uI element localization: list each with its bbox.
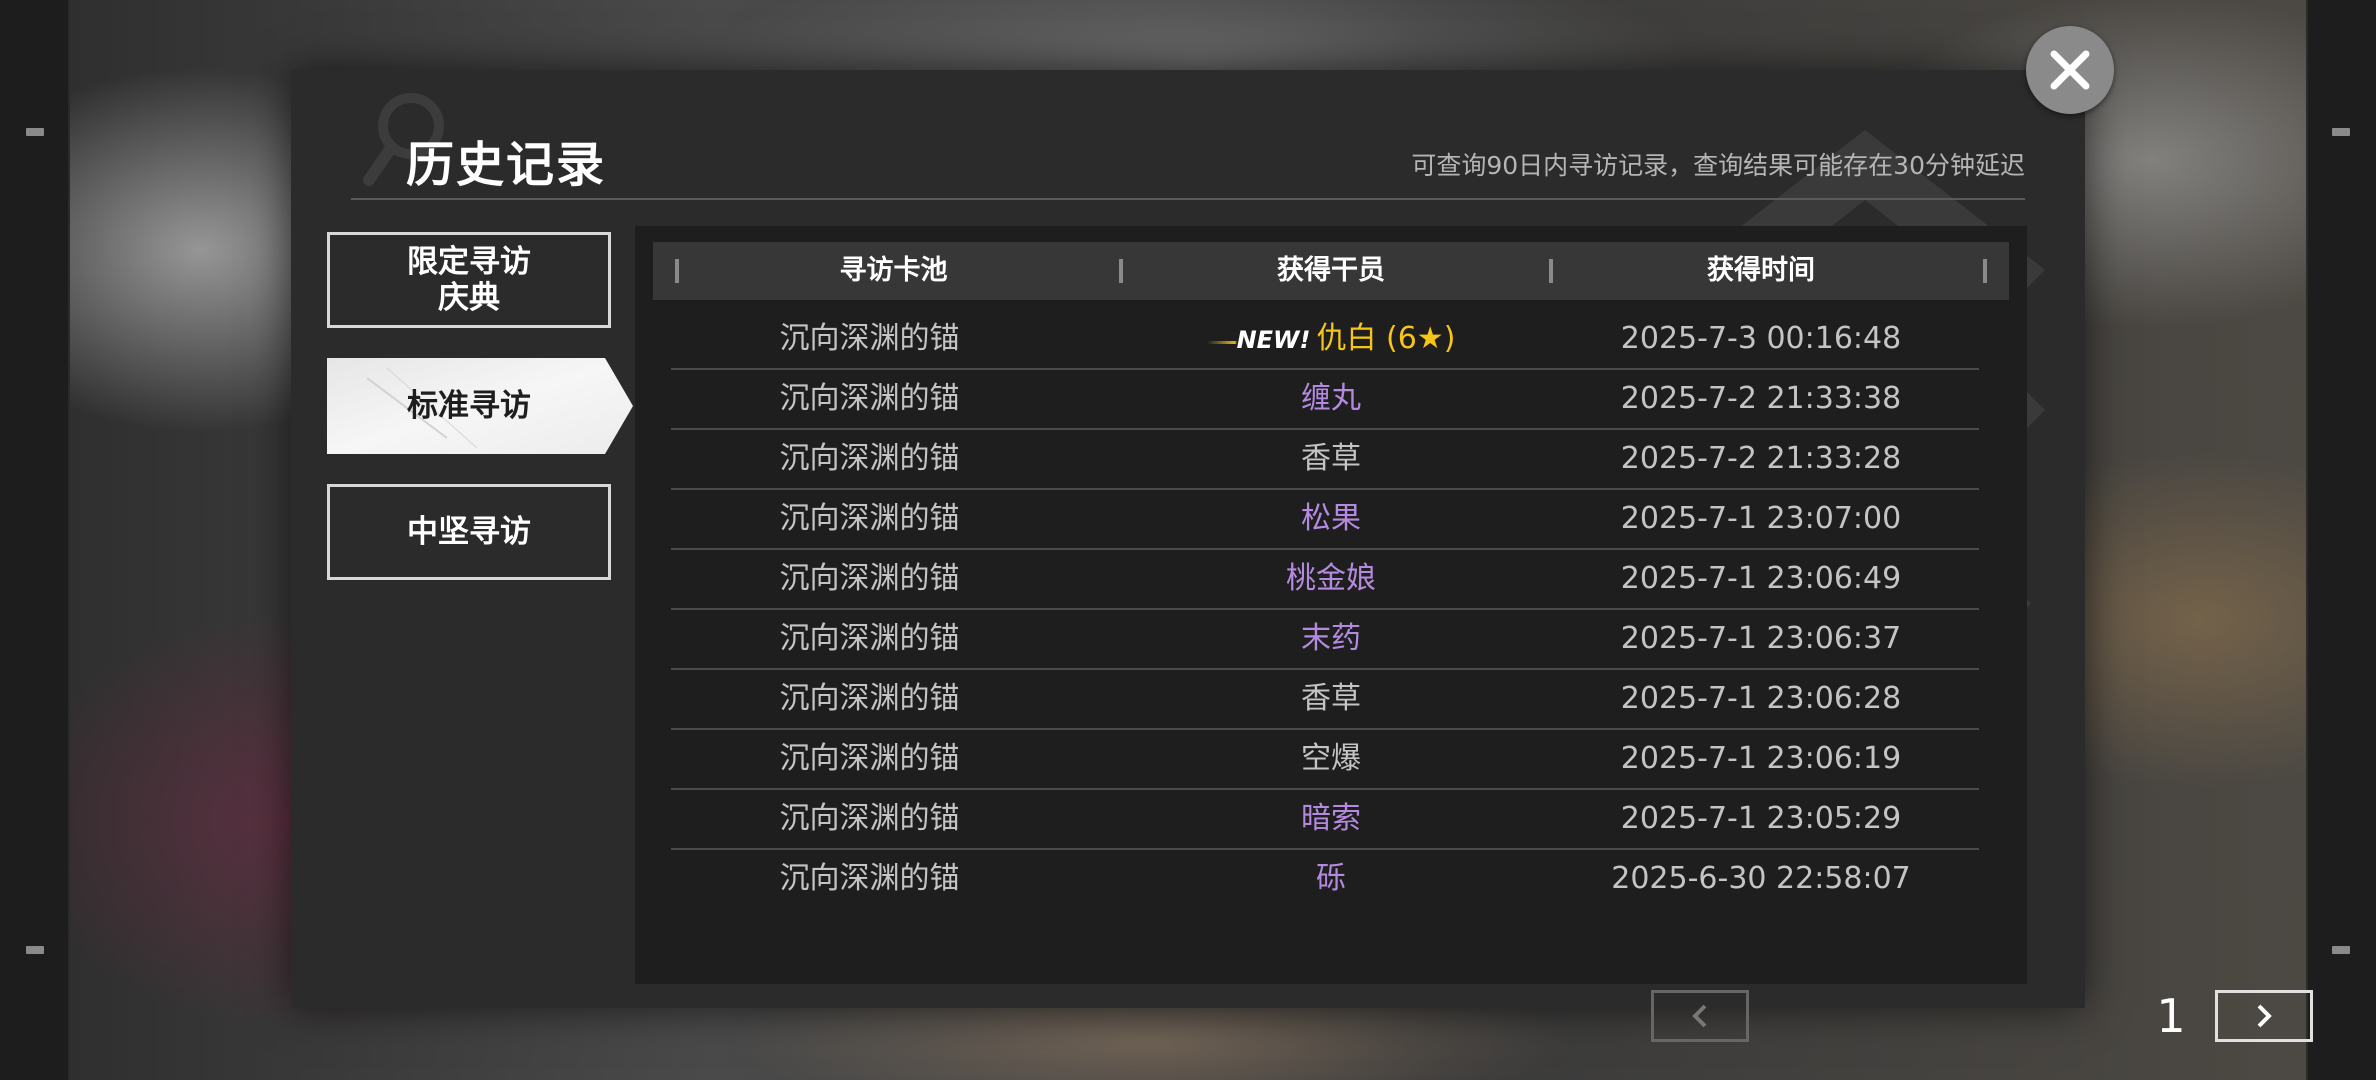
time-cell: 2025-6-30 22:58:07	[1611, 861, 1911, 896]
right-frame-strip	[2306, 0, 2376, 1080]
operator-cell: NEW! 仇白 (6★)	[1116, 310, 1546, 369]
prev-page-button[interactable]	[1651, 990, 1749, 1042]
pool-cell: 沉向深渊的锚	[779, 501, 960, 536]
time-cell: 2025-7-1 23:06:28	[1620, 681, 1902, 716]
time-cell: 2025-7-1 23:06:49	[1620, 561, 1902, 596]
time-cell: 2025-7-1 23:05:29	[1620, 801, 1902, 836]
time-cell: 2025-7-1 23:07:00	[1620, 501, 1902, 536]
close-icon	[2050, 50, 2090, 90]
pool-cell: 沉向深渊的锚	[779, 741, 960, 776]
operator-cell: 香草	[1301, 441, 1361, 476]
operator-cell: 暗索	[1301, 801, 1361, 836]
table-row: 沉向深渊的锚 缠丸 2025-7-2 21:33:38	[671, 370, 1979, 430]
operator-cell: 缠丸	[1301, 381, 1361, 416]
close-button[interactable]	[2026, 26, 2114, 114]
operator-cell: 末药	[1301, 621, 1361, 656]
history-table: 寻访卡池 获得干员 获得时间 沉向深渊的锚 NEW! 仇白 (6★) 2025-7…	[635, 226, 2313, 1043]
time-cell: 2025-7-1 23:06:19	[1620, 741, 1902, 776]
chevron-right-icon	[2257, 1004, 2272, 1028]
table-row: 沉向深渊的锚 香草 2025-7-2 21:33:28	[671, 430, 1979, 490]
time-cell: 2025-7-2 21:33:38	[1620, 381, 1902, 416]
table-row: 沉向深渊的锚 砾 2025-6-30 22:58:07	[671, 850, 1979, 910]
header-time: 获得时间	[1707, 255, 1815, 286]
pool-cell: 沉向深渊的锚	[779, 561, 960, 596]
operator-cell: 松果	[1301, 501, 1361, 536]
table-row: 沉向深渊的锚 空爆 2025-7-1 23:06:19	[671, 730, 1979, 790]
table-body: 沉向深渊的锚 NEW! 仇白 (6★) 2025-7-3 00:16:48 沉向深…	[671, 310, 1979, 910]
operator-cell: 空爆	[1301, 741, 1361, 776]
table-row: 沉向深渊的锚 香草 2025-7-1 23:06:28	[671, 670, 1979, 730]
operator-cell: 香草	[1301, 681, 1361, 716]
pool-cell: 沉向深渊的锚	[779, 861, 960, 896]
pool-cell: 沉向深渊的锚	[779, 621, 960, 656]
pool-cell: 沉向深渊的锚	[779, 441, 960, 476]
tab-label: 限定寻访 庆典	[407, 244, 531, 316]
tab-core-banner[interactable]: 中坚寻访	[327, 484, 611, 580]
operator-cell: 桃金娘	[1286, 561, 1376, 596]
pool-cell: 沉向深渊的锚	[779, 381, 960, 416]
time-cell: 2025-7-2 21:33:28	[1620, 441, 1902, 476]
operator-name: 仇白 (6★)	[1316, 321, 1456, 356]
table-row: 沉向深渊的锚 暗索 2025-7-1 23:05:29	[671, 790, 1979, 850]
modal-title: 历史记录	[406, 137, 607, 193]
tab-limited-banner[interactable]: 限定寻访 庆典	[327, 232, 611, 328]
tab-label: 标准寻访	[407, 388, 531, 424]
chevron-left-icon	[1692, 1004, 1707, 1028]
header-pool: 寻访卡池	[839, 255, 948, 286]
header-operator: 获得干员	[1277, 255, 1385, 286]
tab-standard-banner[interactable]: 标准寻访	[327, 358, 633, 454]
operator-cell: 砾	[1316, 861, 1346, 896]
left-frame-strip	[0, 0, 70, 1080]
new-badge: NEW!	[1206, 311, 1311, 369]
table-row: 沉向深渊的锚 桃金娘 2025-7-1 23:06:49	[671, 550, 1979, 610]
title-divider	[351, 198, 2025, 200]
table-row: 沉向深渊的锚 末药 2025-7-1 23:06:37	[671, 610, 1979, 670]
table-row: 沉向深渊的锚 松果 2025-7-1 23:07:00	[671, 490, 1979, 550]
tab-label: 中坚寻访	[407, 514, 531, 550]
pool-cell: 沉向深渊的锚	[779, 321, 960, 356]
next-page-button[interactable]	[2215, 990, 2313, 1042]
pool-cell: 沉向深渊的锚	[779, 801, 960, 836]
time-cell: 2025-7-3 00:16:48	[1620, 321, 1902, 356]
history-modal: 历史记录 可查询90日内寻访记录，查询结果可能存在30分钟延迟 限定寻访 庆典 …	[291, 70, 2313, 1043]
table-row: 沉向深渊的锚 NEW! 仇白 (6★) 2025-7-3 00:16:48	[671, 310, 1979, 370]
current-page-number: 1	[2156, 989, 2186, 1043]
time-cell: 2025-7-1 23:06:37	[1620, 621, 1902, 656]
pool-cell: 沉向深渊的锚	[779, 681, 960, 716]
modal-subtitle: 可查询90日内寻访记录，查询结果可能存在30分钟延迟	[1411, 151, 2025, 180]
table-header: 寻访卡池 获得干员 获得时间	[653, 242, 2009, 300]
